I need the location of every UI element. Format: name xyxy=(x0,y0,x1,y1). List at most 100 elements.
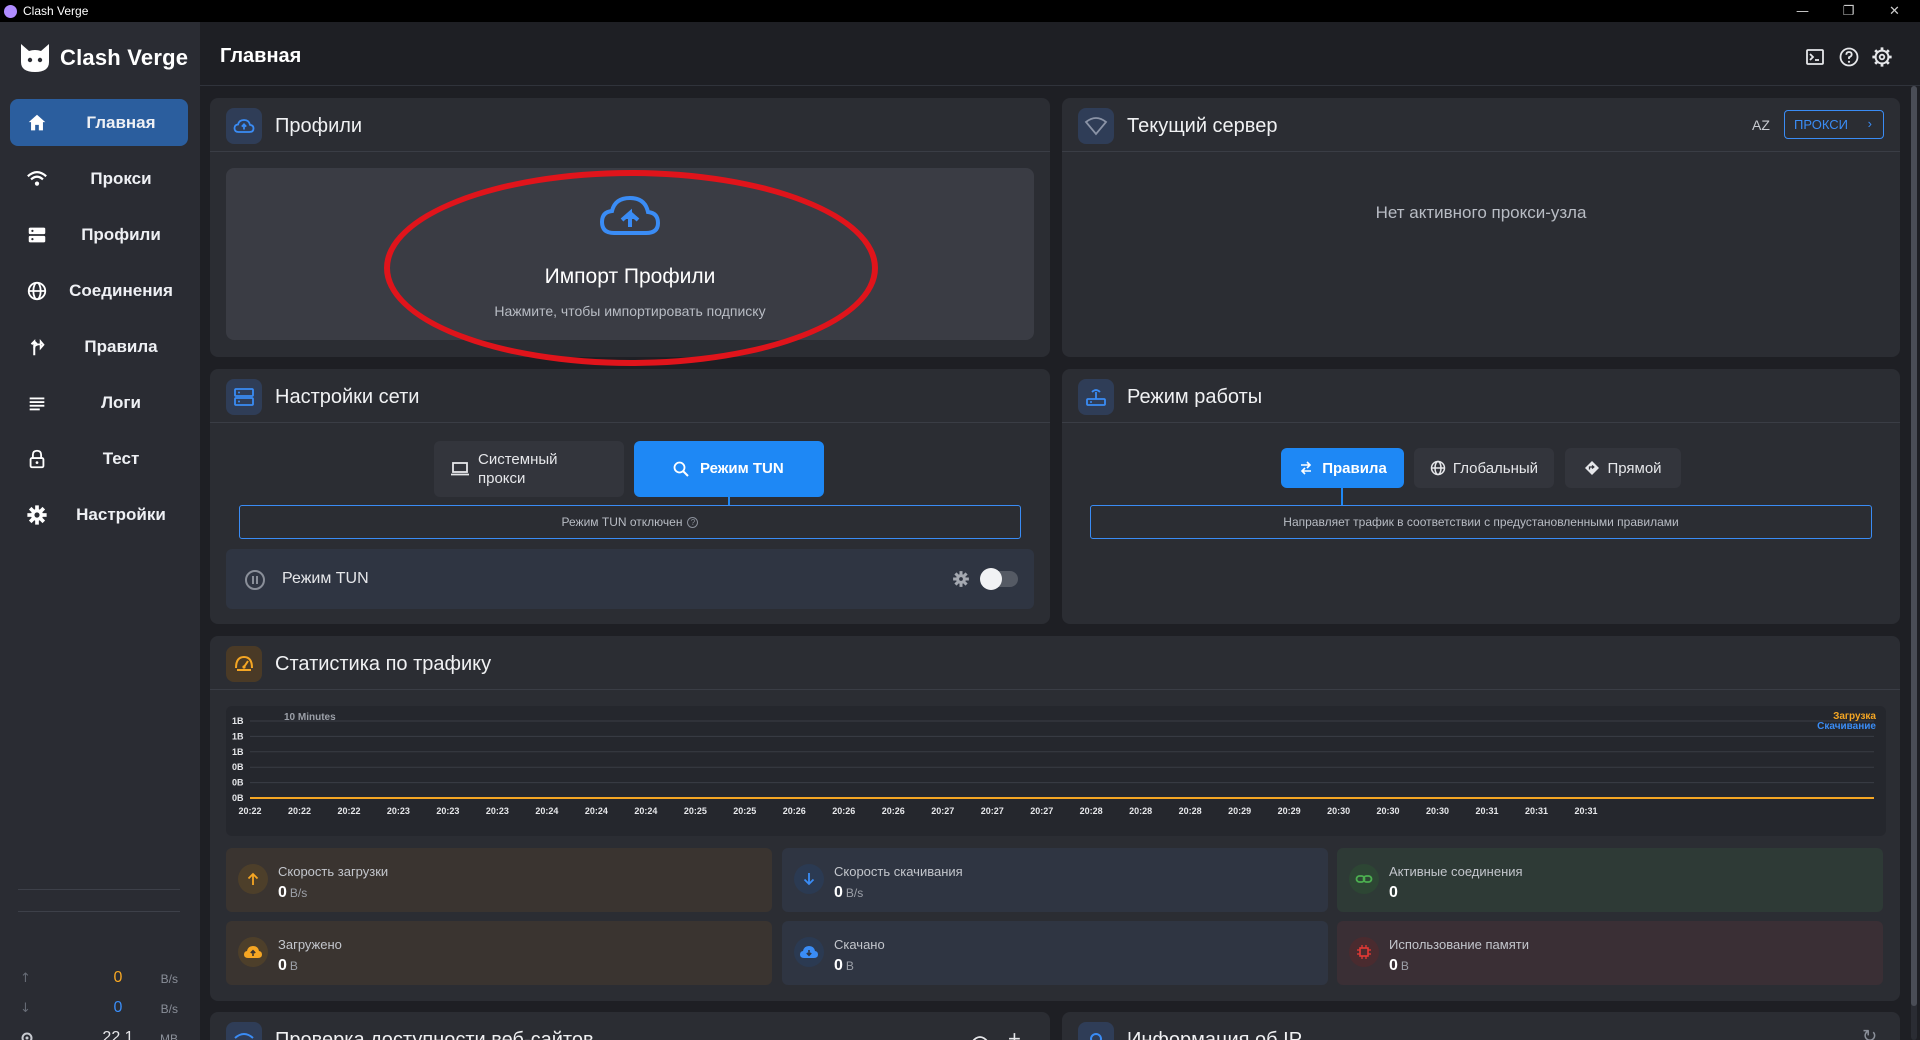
stat-number: 0 xyxy=(834,957,843,974)
sidebar-nav: Главная Прокси Профили Соединения Правил… xyxy=(10,99,188,547)
sidebar-item-profiles[interactable]: Профили xyxy=(10,211,188,258)
stat-number: 0 xyxy=(834,884,843,901)
system-proxy-button[interactable]: Системный прокси xyxy=(434,441,624,497)
home-icon xyxy=(28,114,46,131)
app-icon xyxy=(4,4,17,18)
x-tick-label: 20:23 xyxy=(436,806,459,816)
arrow-up-icon xyxy=(247,872,259,885)
download-speed-unit: B/s xyxy=(160,1002,178,1016)
tun-mode-toggle[interactable] xyxy=(980,568,1018,590)
terminal-icon[interactable] xyxy=(1804,46,1826,68)
empty-server-text: Нет активного прокси-узла xyxy=(1375,203,1587,222)
sidebar-item-label: Настройки xyxy=(76,504,166,524)
x-tick-label: 20:22 xyxy=(288,806,311,816)
sidebar-item-label: Профили xyxy=(81,224,161,244)
settings-icon[interactable] xyxy=(1871,46,1893,68)
download-speed-value: 0 xyxy=(113,999,123,1016)
stat-icon xyxy=(1349,864,1379,894)
tun-mode-button[interactable]: Режим TUN xyxy=(634,441,824,497)
sidebar-item-settings[interactable]: Настройки xyxy=(10,491,188,538)
stat-unit: B/s xyxy=(289,886,308,900)
x-tick-label: 20:24 xyxy=(585,806,608,816)
x-tick-label: 20:26 xyxy=(882,806,905,816)
stat-label: Скорость скачивания xyxy=(834,864,963,879)
stat-icon xyxy=(794,937,824,967)
cloud-upload-icon xyxy=(233,119,255,133)
mode-direct-button[interactable]: Прямой xyxy=(1565,448,1681,488)
import-subtitle: Нажмите, чтобы импортировать подписку xyxy=(494,303,766,319)
sidebar-traffic-graph: ↑ 0 B/s ↓ 0 B/s 22.1 MB xyxy=(18,965,183,1040)
sidebar-item-label: Правила xyxy=(84,336,158,356)
magnifier-icon xyxy=(673,461,689,477)
gear-icon xyxy=(27,505,47,525)
traffic-stats-card: Статистика по трафику 1B 1B 1B 0B 0B 0B 20:22… xyxy=(210,636,1900,1001)
laptop-icon xyxy=(451,462,469,476)
sidebar-item-label: Главная xyxy=(86,112,156,132)
sidebar-item-logs[interactable]: Логи xyxy=(10,379,188,426)
swap-icon xyxy=(1301,461,1312,475)
stat-icon xyxy=(794,864,824,894)
minimize-button[interactable]: — xyxy=(1780,0,1825,22)
link-icon xyxy=(1355,875,1373,883)
mode-global-button[interactable]: Глобальный xyxy=(1414,448,1554,488)
mode-rules-button[interactable]: Правила xyxy=(1281,448,1404,488)
sidebar-item-home[interactable]: Главная xyxy=(10,99,188,146)
sidebar-item-test[interactable]: Тест xyxy=(10,435,188,482)
restore-button[interactable]: ❐ xyxy=(1826,0,1871,22)
help-icon[interactable] xyxy=(1838,46,1860,68)
direction-icon xyxy=(1585,461,1600,475)
upload-speed-row: ↑ 0 B/s xyxy=(18,965,183,995)
tun-mode-label: Режим TUN xyxy=(700,460,784,477)
wifi-signal-icon xyxy=(1084,117,1108,136)
traffic-chart-svg: 1B1B1B0B0B0B 20:22 20:22 20:22 20:23 20:23 20… xyxy=(232,711,1876,816)
mode-card: Режим работы Правила Глобальный Прямой Н… xyxy=(1062,369,1900,624)
sidebar-item-label: Логи xyxy=(101,392,141,412)
x-tick-label: 20:28 xyxy=(1179,806,1202,816)
card-title: Режим работы xyxy=(1127,386,1263,408)
refresh-icon[interactable]: ↻ xyxy=(1862,1026,1877,1040)
close-button[interactable]: ✕ xyxy=(1872,0,1917,22)
download-speed-stat: Скорость скачивания 0 B/s xyxy=(782,848,1328,912)
sidebar-item-connections[interactable]: Соединения xyxy=(10,267,188,314)
chart-grid xyxy=(250,720,1874,799)
stat-number: 0 xyxy=(278,957,287,974)
mode-label: Прямой xyxy=(1607,459,1662,477)
card-header: Режим работы xyxy=(1062,369,1900,423)
speed-test-icon[interactable] xyxy=(970,1030,990,1040)
sidebar: Clash Verge Главная Прокси Профили Соеди… xyxy=(0,22,200,1040)
page-scrollbar[interactable] xyxy=(1911,86,1917,1040)
proxy-button[interactable]: ПРОКСИ › xyxy=(1784,110,1884,139)
sort-az-button[interactable]: AZ xyxy=(1752,117,1770,133)
x-tick-label: 20:28 xyxy=(1080,806,1103,816)
stat-number: 0 xyxy=(1389,957,1398,974)
card-icon xyxy=(1078,379,1114,415)
stat-value: 0B xyxy=(1389,957,1409,975)
stat-icon xyxy=(1349,937,1379,967)
pause-circle-icon xyxy=(245,570,265,590)
import-profile-button[interactable]: Импорт Профили Нажмите, чтобы импортиров… xyxy=(226,168,1034,340)
x-tick-label: 20:29 xyxy=(1278,806,1301,816)
website-check-card: Проверка доступности веб-сайтов + xyxy=(210,1012,1050,1040)
sidebar-item-proxies[interactable]: Прокси xyxy=(10,155,188,202)
stat-number: 0 xyxy=(1389,884,1398,901)
x-tick-label: 20:25 xyxy=(733,806,756,816)
stat-label: Использование памяти xyxy=(1389,937,1529,952)
stat-value: 0B xyxy=(834,957,854,975)
stat-value: 0 B/s xyxy=(834,884,863,902)
scrollbar-thumb[interactable] xyxy=(1911,86,1917,1006)
gear-icon[interactable] xyxy=(952,570,970,588)
card-header: Проверка доступности веб-сайтов + xyxy=(210,1012,1050,1040)
x-tick-label: 20:22 xyxy=(238,806,261,816)
globe-icon xyxy=(27,281,47,301)
sidebar-item-label: Прокси xyxy=(90,168,152,188)
sidebar-item-rules[interactable]: Правила xyxy=(10,323,188,370)
connector-line xyxy=(728,497,730,505)
legend-download: Скачивание xyxy=(1817,721,1876,732)
memory-chip-icon xyxy=(1357,945,1371,959)
add-icon[interactable]: + xyxy=(1008,1026,1021,1040)
arrow-up-icon: ↑ xyxy=(20,971,31,986)
stat-unit: B xyxy=(1400,959,1409,973)
stat-icon xyxy=(238,864,268,894)
card-title: Проверка доступности веб-сайтов xyxy=(275,1029,594,1040)
info-icon[interactable]: ? xyxy=(687,516,699,528)
